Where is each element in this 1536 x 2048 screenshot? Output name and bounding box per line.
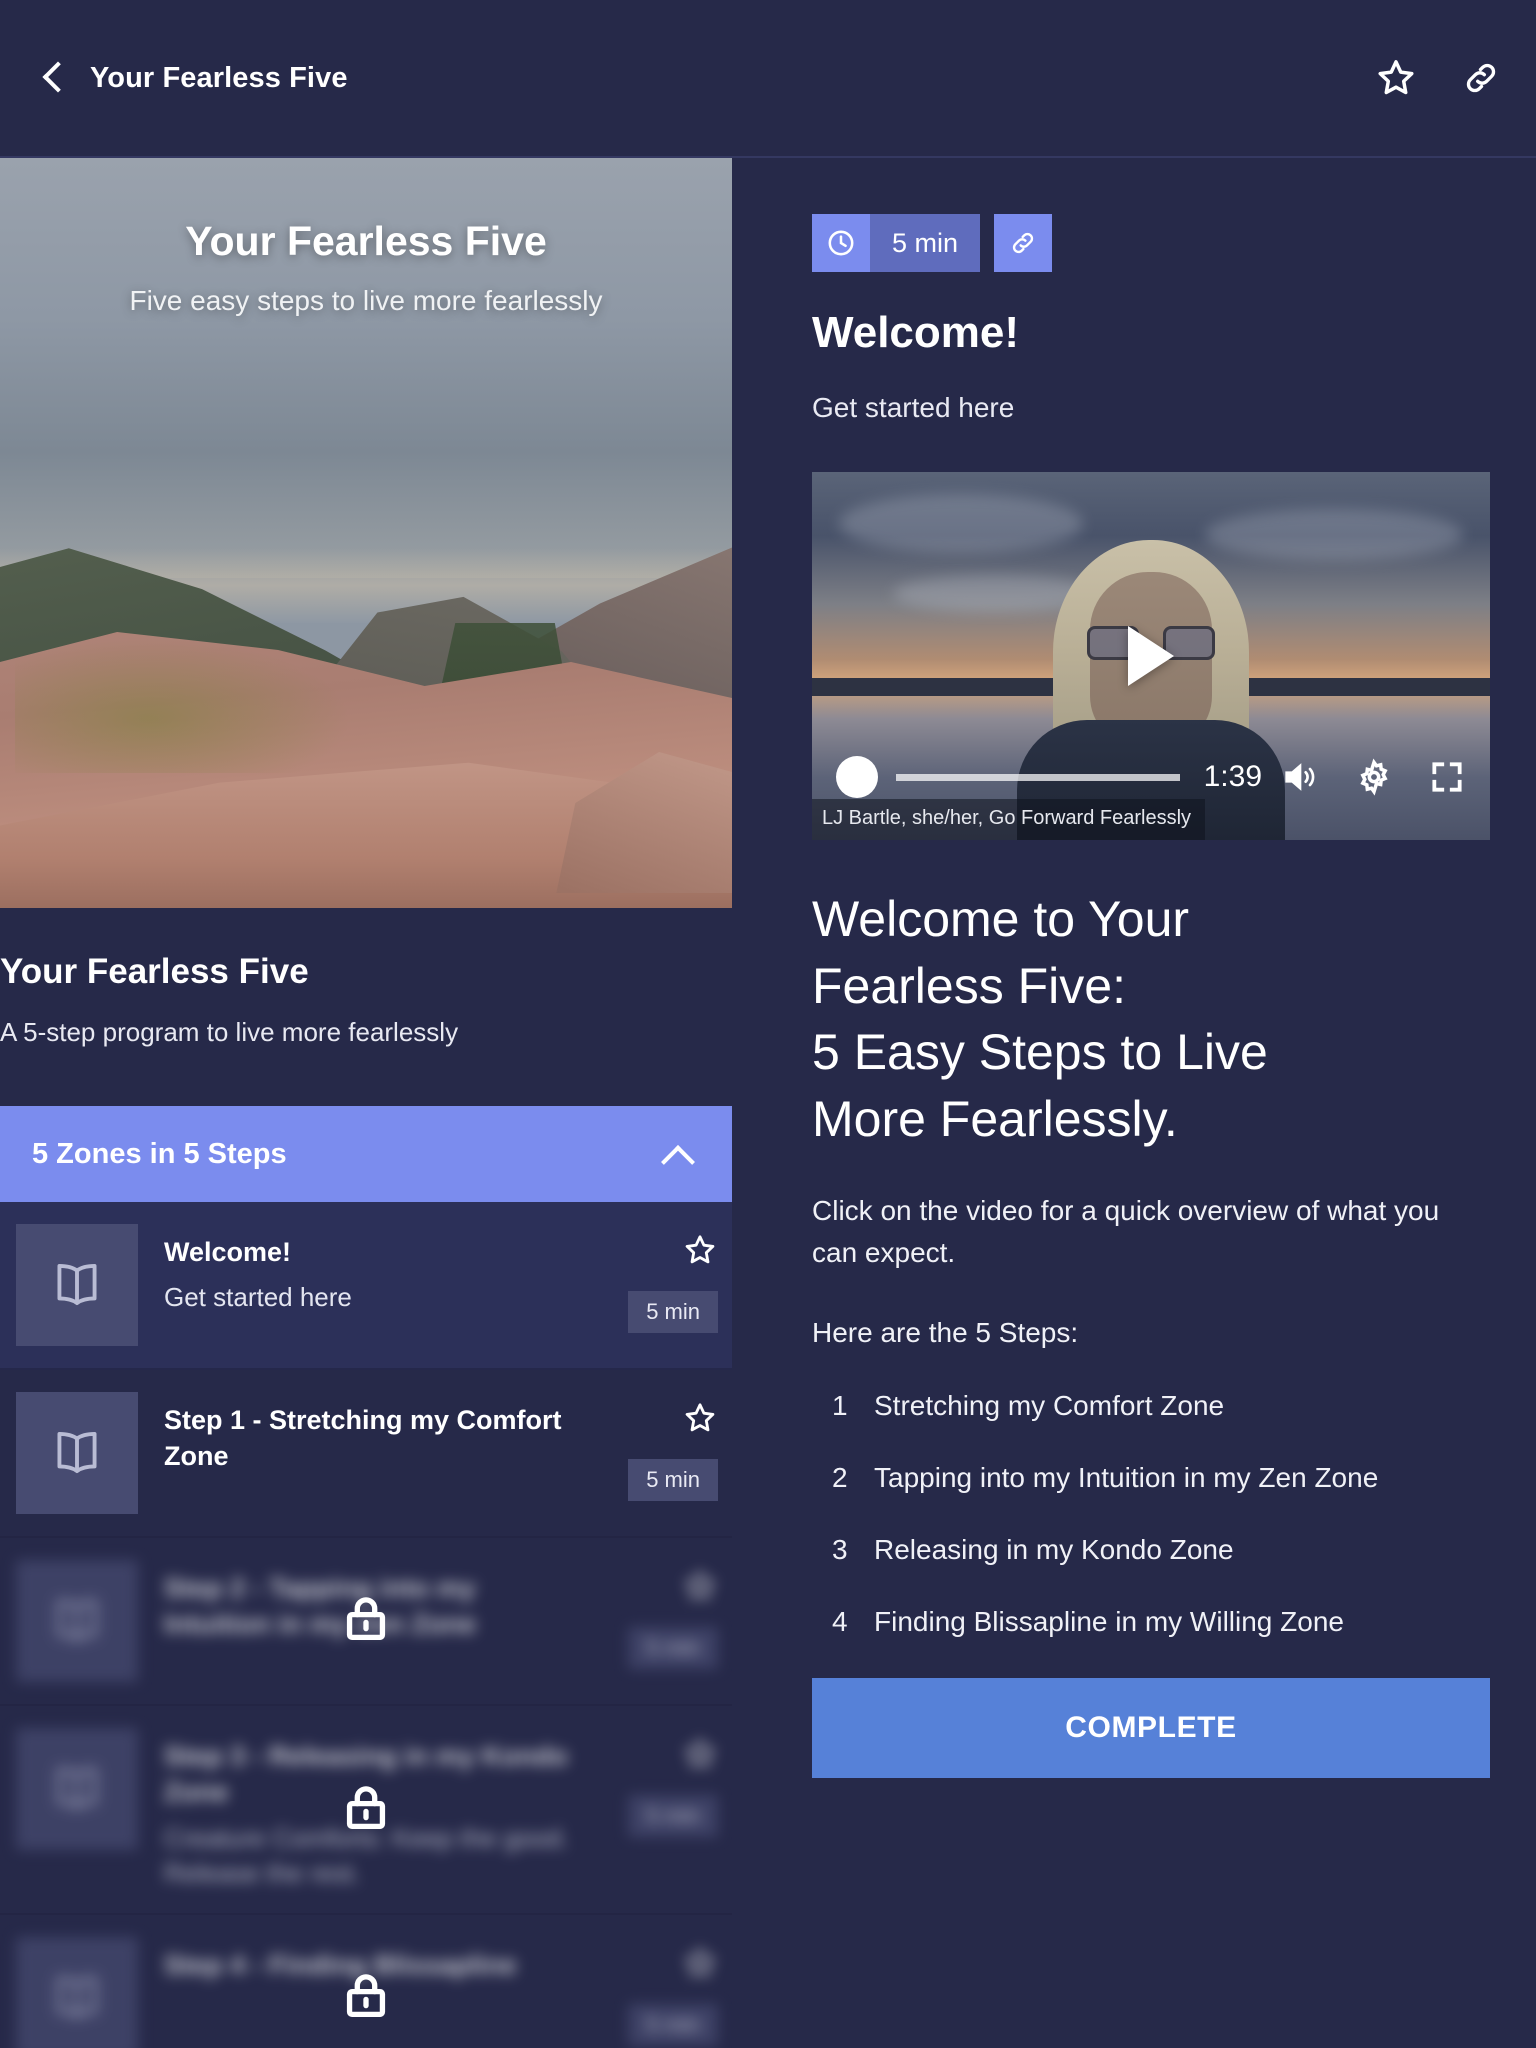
- share-link-icon[interactable]: [1460, 57, 1502, 99]
- top-bar-actions: [1374, 56, 1502, 100]
- favorite-star-icon[interactable]: [682, 1568, 718, 1609]
- chevron-up-icon[interactable]: [662, 1145, 692, 1163]
- lock-icon: [337, 1590, 395, 1653]
- lesson-item-meta: 5 min: [580, 1560, 732, 1669]
- step-number: 2: [832, 1462, 848, 1493]
- course-subtitle: A 5-step program to live more fearlessly: [0, 1017, 459, 1047]
- favorite-star-icon[interactable]: [682, 1945, 718, 1986]
- lesson-list-item[interactable]: Step 4 - Finding Blissapline 5 min: [0, 1915, 732, 2048]
- fullscreen-icon[interactable]: [1428, 758, 1466, 796]
- lesson-detail-panel: 5 min Welcome! Get started here 1:39 LJ …: [732, 158, 1536, 2048]
- volume-icon[interactable]: [1280, 757, 1320, 797]
- lesson-link-icon[interactable]: [994, 214, 1053, 272]
- steps-list: 1 Stretching my Comfort Zone 2 Tapping into…: [812, 1390, 1484, 1638]
- lesson-duration-badge: 5 min: [628, 1795, 718, 1837]
- body-heading-line-1: Welcome to Your: [812, 891, 1190, 947]
- lesson-item-meta: 5 min: [580, 1224, 732, 1333]
- page-title: Your Fearless Five: [90, 61, 348, 94]
- step-text: Releasing in my Kondo Zone: [874, 1534, 1234, 1565]
- lesson-duration-badge: 5 min: [628, 1459, 718, 1501]
- step-number: 4: [832, 1606, 848, 1637]
- book-icon: [16, 1560, 138, 1682]
- course-hero-image: Your Fearless Five Five easy steps to li…: [0, 158, 732, 908]
- favorite-star-icon[interactable]: [682, 1400, 718, 1441]
- course-info: Your Fearless Five A 5-step program to l…: [0, 908, 732, 1048]
- step-row: 1 Stretching my Comfort Zone: [812, 1390, 1484, 1422]
- lesson-list: Welcome! Get started here 5 min Step 1 - St…: [0, 1202, 732, 2048]
- step-row: 3 Releasing in my Kondo Zone: [812, 1534, 1484, 1566]
- lock-icon: [337, 1967, 395, 2030]
- lesson-list-item[interactable]: Step 3 - Releasing in my Kondo Zone Creat…: [0, 1706, 732, 1916]
- step-number: 3: [832, 1534, 848, 1565]
- video-caption: LJ Bartle, she/her, Go Forward Fearlessl…: [812, 799, 1206, 840]
- lesson-paragraph-2: Here are the 5 Steps:: [812, 1317, 1079, 1348]
- main-split: Your Fearless Five Five easy steps to li…: [0, 158, 1536, 2048]
- body-heading-line-3: 5 Easy Steps to Live: [812, 1024, 1268, 1080]
- duration-badge: 5 min: [812, 214, 981, 272]
- lesson-item-title: Welcome!: [164, 1237, 292, 1267]
- duration-value: 5 min: [870, 214, 981, 272]
- hero-subtitle: Five easy steps to live more fearlessly: [129, 285, 603, 316]
- video-time: 1:39: [1203, 760, 1262, 793]
- gear-icon[interactable]: [1354, 757, 1394, 797]
- lesson-heading: Welcome!: [812, 308, 1020, 357]
- video-controls: 1:39: [812, 756, 1490, 798]
- course-title: Your Fearless Five: [0, 952, 309, 991]
- course-sidebar: Your Fearless Five Five easy steps to li…: [0, 158, 732, 2048]
- lesson-list-item[interactable]: Welcome! Get started here 5 min: [0, 1202, 732, 1370]
- play-icon[interactable]: [1128, 626, 1174, 686]
- back-chevron-icon[interactable]: [36, 61, 70, 95]
- book-icon: [16, 1224, 138, 1346]
- book-icon: [16, 1728, 138, 1850]
- favorite-star-icon[interactable]: [1374, 56, 1418, 100]
- progress-track[interactable]: [896, 773, 1180, 781]
- lesson-text-block: Welcome! Get started here: [138, 1224, 580, 1316]
- section-header-5-zones[interactable]: 5 Zones in 5 Steps: [0, 1106, 732, 1202]
- lesson-list-item[interactable]: Step 1 - Stretching my Comfort Zone 5 min: [0, 1370, 732, 1538]
- lesson-text-block: Step 1 - Stretching my Comfort Zone: [138, 1392, 580, 1475]
- lesson-duration-badge: 5 min: [628, 2004, 718, 2047]
- favorite-star-icon[interactable]: [682, 1736, 718, 1777]
- lesson-meta-row: 5 min: [812, 214, 1484, 272]
- lesson-item-meta: 5 min: [580, 1392, 732, 1501]
- lock-icon: [337, 1778, 395, 1841]
- lesson-list-item[interactable]: Step 2 - Tapping into my Intuition in my…: [0, 1538, 732, 1706]
- section-header-label: 5 Zones in 5 Steps: [32, 1137, 287, 1170]
- book-icon: [16, 1937, 138, 2048]
- body-heading-line-2: Fearless Five:: [812, 957, 1126, 1014]
- video-player[interactable]: 1:39 LJ Bartle, she/her, Go Forward Fear…: [812, 472, 1490, 840]
- lesson-body-heading: Welcome to Your Fearless Five: 5 Easy St…: [812, 886, 1484, 1152]
- lesson-item-meta: 5 min: [580, 1728, 732, 1837]
- hero-moss: [14, 638, 352, 773]
- step-text: Tapping into my Intuition in my Zen Zone: [874, 1462, 1379, 1493]
- favorite-star-icon[interactable]: [682, 1232, 718, 1273]
- lesson-duration-badge: 5 min: [628, 1627, 718, 1669]
- progress-handle[interactable]: [836, 756, 878, 798]
- clock-icon: [812, 214, 870, 272]
- lesson-item-meta: 5 min: [580, 1937, 732, 2047]
- book-icon: [16, 1392, 138, 1514]
- hero-title: Your Fearless Five: [185, 218, 547, 264]
- step-number: 1: [832, 1390, 848, 1421]
- lesson-item-title: Step 1 - Stretching my Comfort Zone: [164, 1405, 562, 1472]
- complete-button[interactable]: COMPLETE: [812, 1678, 1490, 1778]
- lesson-duration-badge: 5 min: [628, 1291, 718, 1333]
- step-row: 2 Tapping into my Intuition in my Zen Zon…: [812, 1462, 1484, 1494]
- hero-text-block: Your Fearless Five Five easy steps to li…: [0, 218, 732, 317]
- lesson-item-subtitle: Get started here: [164, 1282, 352, 1313]
- step-row: 4 Finding Blissapline in my Willing Zone: [812, 1606, 1484, 1638]
- step-text: Stretching my Comfort Zone: [874, 1390, 1225, 1421]
- step-text: Finding Blissapline in my Willing Zone: [874, 1606, 1344, 1637]
- body-heading-line-4: More Fearlessly.: [812, 1090, 1178, 1147]
- lesson-paragraph-1: Click on the video for a quick overview …: [812, 1195, 1440, 1268]
- top-bar: Your Fearless Five: [0, 0, 1536, 158]
- lesson-subheading: Get started here: [812, 392, 1015, 423]
